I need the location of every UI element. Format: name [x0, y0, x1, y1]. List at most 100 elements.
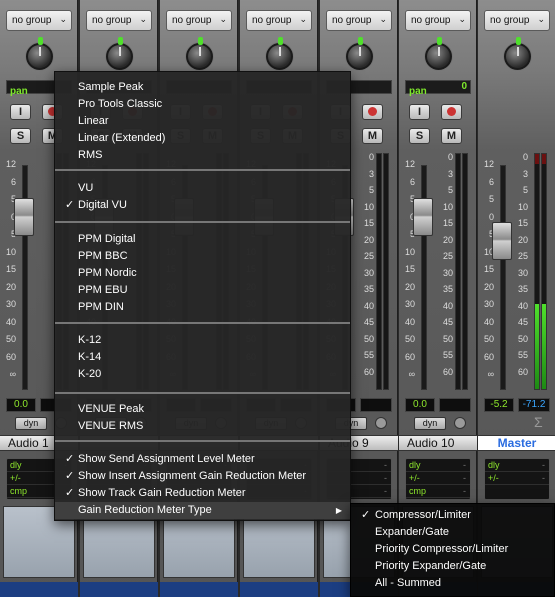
chevron-down-icon: ⌄: [139, 14, 147, 24]
pan-knob[interactable]: [346, 37, 373, 70]
pan-knob[interactable]: [106, 37, 133, 70]
menu-item[interactable]: ✓ Show Track Gain Reduction Meter: [55, 485, 350, 502]
menu-item-label: PPM EBU: [78, 284, 128, 296]
mute-button[interactable]: M: [362, 128, 383, 144]
submenu-item[interactable]: Priority Expander/Gate: [351, 558, 554, 575]
pan-label: pan: [10, 86, 28, 97]
submenu-item[interactable]: Priority Compressor/Limiter: [351, 541, 554, 558]
fader-scale-tick: 10: [404, 246, 415, 257]
checkmark-icon: ✓: [65, 199, 75, 211]
menu-item[interactable]: Gain Reduction Meter Type ▶: [55, 502, 350, 519]
fader-scale-tick: 6: [488, 176, 494, 187]
group-selector[interactable]: no group ⌄: [484, 10, 550, 31]
menu-item[interactable]: K-12: [55, 332, 350, 349]
menu-item-label: PPM BBC: [78, 250, 128, 262]
record-enable-button[interactable]: [441, 104, 462, 120]
meter-scale-tick: 15: [442, 218, 453, 228]
meter-scale-tick: 5: [522, 185, 528, 195]
menu-item[interactable]: K-20: [55, 366, 350, 383]
submenu-item-label: Priority Compressor/Limiter: [375, 543, 509, 555]
peak-readout: -71.2: [518, 398, 550, 412]
dyn-button[interactable]: dyn: [414, 417, 446, 430]
menu-item[interactable]: ✓ Show Insert Assignment Gain Reduction M…: [55, 468, 350, 485]
group-selector[interactable]: no group ⌄: [86, 10, 152, 31]
insert-slot[interactable]: dly-: [485, 459, 549, 472]
menu-item[interactable]: Linear (Extended): [55, 130, 350, 147]
menu-item-label: RMS: [78, 149, 103, 161]
meter-peak: [535, 154, 539, 164]
solo-button[interactable]: S: [409, 128, 430, 144]
input-monitor-button[interactable]: I: [10, 104, 31, 120]
pan-knob[interactable]: [504, 37, 531, 70]
meter-scale-tick: 5: [368, 185, 374, 195]
fader-scale-tick: 30: [5, 299, 16, 309]
fader-scale-tick: 60: [483, 351, 494, 362]
volume-fader[interactable]: [14, 198, 34, 236]
solo-button[interactable]: S: [10, 128, 31, 144]
menu-item[interactable]: ✓ Digital VU: [55, 197, 350, 214]
group-selector[interactable]: no group ⌄: [405, 10, 471, 31]
group-label: no group: [252, 15, 292, 26]
menu-item[interactable]: PPM DIN: [55, 299, 350, 316]
insert-slot[interactable]: +/--: [485, 472, 549, 485]
submenu-item[interactable]: ✓ Compressor/Limiter: [351, 507, 554, 524]
menu-item[interactable]: Sample Peak: [55, 79, 350, 96]
pan-knob[interactable]: [186, 37, 213, 70]
submenu-item[interactable]: All - Summed: [351, 575, 554, 592]
chevron-down-icon: ⌄: [537, 14, 545, 24]
menu-item[interactable]: K-14: [55, 349, 350, 366]
submenu-item[interactable]: Expander/Gate: [351, 524, 554, 541]
group-label: no group: [490, 15, 530, 26]
pan-knob[interactable]: [26, 37, 53, 70]
insert-slot[interactable]: +/--: [406, 472, 470, 485]
meter-fill: [542, 304, 546, 389]
menu-item[interactable]: VU: [55, 180, 350, 197]
track-name[interactable]: Audio 10: [399, 435, 477, 451]
meter-scale-tick: 35: [363, 284, 374, 294]
insert-slot[interactable]: cmp-: [406, 485, 470, 498]
meter-scale-tick: 30: [517, 267, 528, 278]
menu-item[interactable]: PPM Nordic: [55, 265, 350, 282]
fader-scale-tick: 12: [5, 159, 16, 169]
menu-item[interactable]: Pro Tools Classic: [55, 96, 350, 113]
record-indicator: [454, 417, 466, 429]
meter-scale-tick: 40: [517, 300, 528, 311]
group-selector[interactable]: no group ⌄: [6, 10, 72, 31]
group-selector[interactable]: no group ⌄: [246, 10, 312, 31]
chevron-icon: -: [463, 473, 466, 483]
peak-readout: [439, 398, 471, 412]
checkmark-icon: ✓: [361, 509, 371, 521]
group-selector[interactable]: no group ⌄: [166, 10, 232, 31]
pan-knob[interactable]: [425, 37, 452, 70]
menu-item[interactable]: Linear: [55, 113, 350, 130]
volume-fader[interactable]: [413, 198, 433, 236]
menu-item[interactable]: PPM BBC: [55, 248, 350, 265]
checkmark-icon: ✓: [65, 453, 75, 465]
meter-scale-tick: 55: [517, 350, 528, 360]
menu-item[interactable]: RMS: [55, 147, 350, 164]
menu-item[interactable]: VENUE RMS: [55, 418, 350, 435]
track-name[interactable]: Master: [478, 435, 555, 451]
meter-scale-tick: 45: [442, 317, 453, 327]
group-selector[interactable]: no group ⌄: [326, 10, 392, 31]
menu-item[interactable]: PPM EBU: [55, 282, 350, 299]
level-meter: [455, 153, 461, 390]
dyn-button[interactable]: dyn: [15, 417, 47, 430]
group-label: no group: [332, 15, 372, 26]
insert-slot[interactable]: dly-: [406, 459, 470, 472]
mute-button[interactable]: M: [441, 128, 462, 144]
pan-knob[interactable]: [266, 37, 293, 70]
insert-panel: dly - +/- -: [484, 458, 550, 500]
input-monitor-button[interactable]: I: [409, 104, 430, 120]
meter-scale-tick: 3: [522, 168, 528, 179]
menu-item-label: Digital VU: [78, 199, 127, 211]
volume-fader[interactable]: [492, 222, 512, 260]
menu-item[interactable]: VENUE Peak: [55, 401, 350, 418]
menu-item[interactable]: PPM Digital: [55, 231, 350, 248]
chevron-down-icon: ⌄: [299, 14, 307, 24]
menu-item-label: Sample Peak: [78, 81, 144, 93]
menu-item[interactable]: ✓ Show Send Assignment Level Meter: [55, 451, 350, 468]
record-enable-button[interactable]: [362, 104, 383, 120]
fader-scale-tick: 15: [404, 264, 415, 274]
checkmark-icon: ✓: [65, 487, 75, 499]
